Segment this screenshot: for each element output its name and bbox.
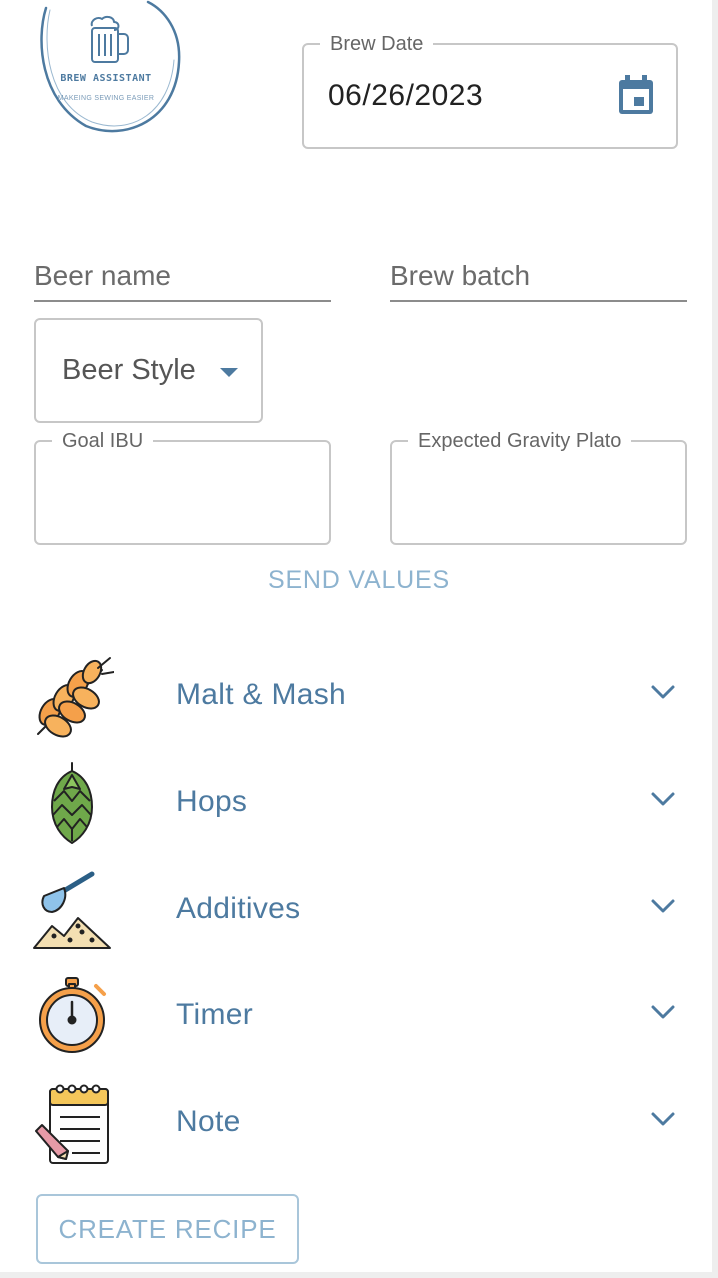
section-label: Note [176, 1105, 241, 1138]
section-label: Hops [176, 785, 248, 818]
chevron-down-icon[interactable] [650, 1004, 676, 1020]
calendar-icon[interactable] [618, 75, 654, 115]
chevron-down-icon[interactable] [650, 684, 676, 700]
section-timer[interactable]: Timer [0, 968, 712, 1068]
beer-style-label: Beer Style [62, 354, 196, 386]
brew-date-field[interactable]: Brew Date 06/26/2023 [302, 33, 678, 149]
section-additives[interactable]: Additives [0, 862, 712, 962]
beer-name-field[interactable]: Beer name [34, 252, 331, 302]
expected-gravity-field[interactable]: Expected Gravity Plato [390, 430, 687, 545]
notepad-icon [35, 1084, 109, 1164]
brew-batch-field[interactable]: Brew batch [390, 252, 687, 302]
section-note[interactable]: Note [0, 1075, 712, 1175]
logo-title: BREW ASSISTANT [60, 73, 152, 84]
wheat-icon [37, 657, 114, 738]
section-label: Malt & Mash [176, 678, 347, 711]
section-hops[interactable]: Hops [0, 755, 712, 855]
chevron-down-icon[interactable] [650, 791, 676, 807]
section-label: Additives [176, 892, 301, 925]
brew-date-label: Brew Date [320, 33, 434, 55]
brew-date-value[interactable]: 06/26/2023 [328, 79, 483, 113]
chevron-down-icon[interactable] [650, 898, 676, 914]
beer-name-placeholder: Beer name [34, 260, 171, 291]
logo-ring-icon [40, 0, 181, 133]
stopwatch-icon [39, 977, 106, 1053]
scoop-icon [33, 871, 111, 949]
goal-ibu-field[interactable]: Goal IBU [34, 430, 331, 545]
send-values-button[interactable]: SEND VALUES [230, 560, 488, 600]
section-label: Timer [176, 998, 254, 1031]
goal-ibu-label: Goal IBU [52, 430, 154, 452]
chevron-down-icon[interactable] [650, 1111, 676, 1127]
create-recipe-button[interactable]: CREATE RECIPE [36, 1194, 299, 1264]
hop-icon [51, 762, 93, 844]
brew-assistant-logo: BREW ASSISTANT MAKEING SEWING EASIER [36, 0, 184, 136]
brew-batch-placeholder: Brew batch [390, 260, 531, 291]
logo-subtitle: MAKEING SEWING EASIER [57, 95, 155, 102]
section-malt-mash[interactable]: Malt & Mash [0, 648, 712, 748]
beer-style-select[interactable]: Beer Style [34, 318, 263, 423]
expected-gravity-label: Expected Gravity Plato [408, 430, 632, 452]
caret-down-icon [220, 368, 238, 377]
